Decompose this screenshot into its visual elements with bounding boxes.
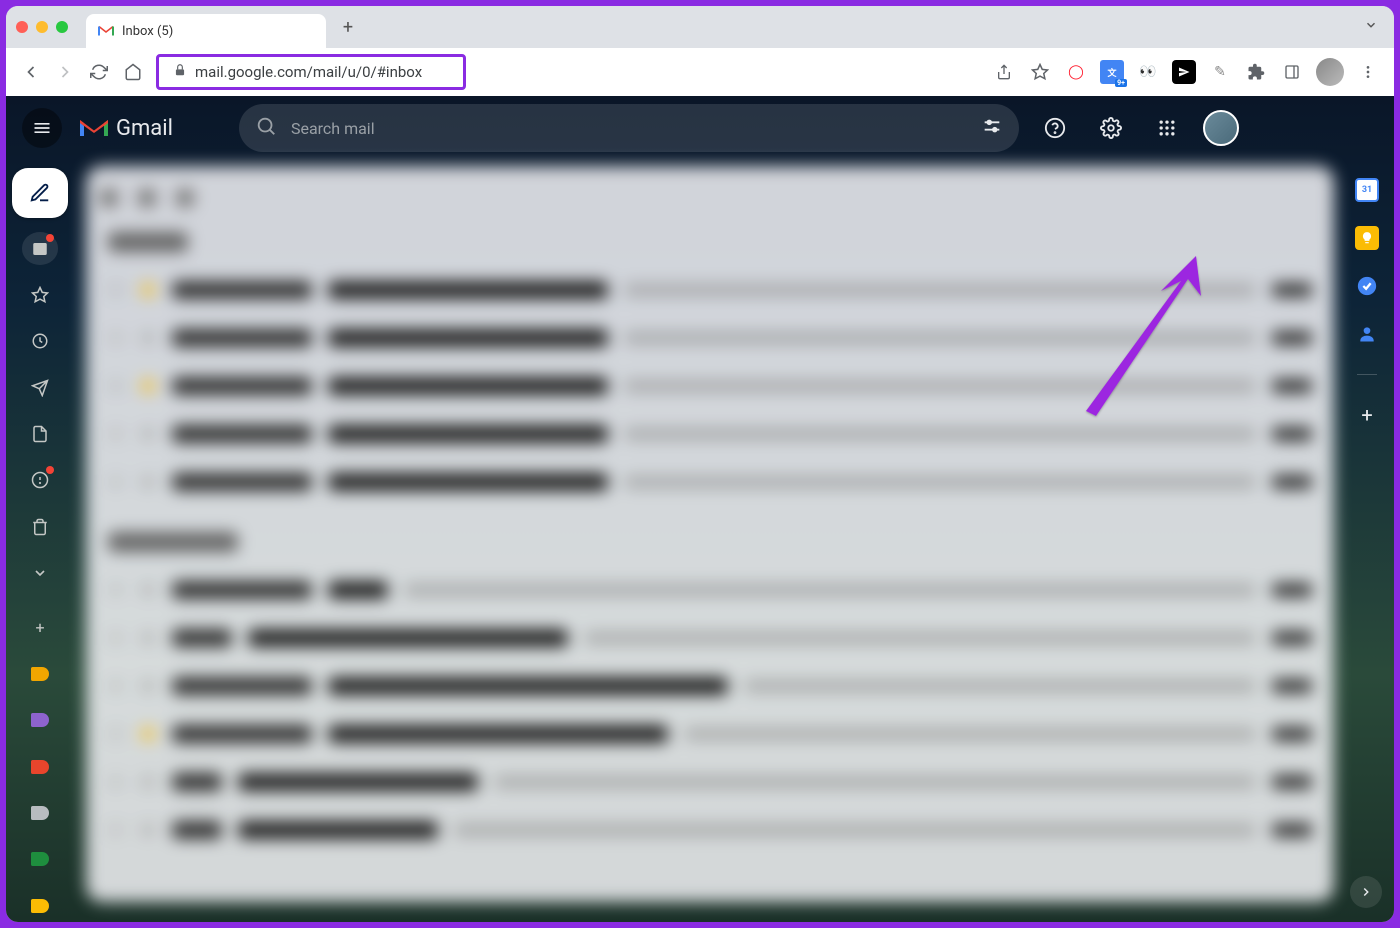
trash-nav-icon[interactable] <box>22 511 58 543</box>
tab-title: Inbox (5) <box>122 24 173 39</box>
search-options-icon[interactable] <box>981 115 1003 141</box>
browser-menu-button[interactable] <box>1356 60 1380 84</box>
browser-tab-active[interactable]: Inbox (5) <box>86 14 326 48</box>
right-side-panel: 31 + <box>1340 160 1394 922</box>
label-5[interactable] <box>22 843 58 875</box>
extension-translate-icon[interactable]: 文9+ <box>1100 60 1124 84</box>
extensions-button[interactable] <box>1244 60 1268 84</box>
maximize-window-button[interactable] <box>56 21 68 33</box>
share-icon[interactable] <box>992 60 1016 84</box>
url-text: mail.google.com/mail/u/0/#inbox <box>195 63 422 81</box>
gmail-favicon <box>98 23 114 39</box>
label-4[interactable] <box>22 797 58 829</box>
extension-opera-icon[interactable]: ◯ <box>1064 60 1088 84</box>
address-bar[interactable]: mail.google.com/mail/u/0/#inbox <box>156 54 466 90</box>
label-3[interactable] <box>22 750 58 782</box>
settings-button[interactable] <box>1091 108 1131 148</box>
label-6[interactable] <box>22 890 58 922</box>
browser-window: Inbox (5) + mail.google.com/mail/u/0/#in… <box>6 6 1394 922</box>
bookmark-star-icon[interactable] <box>1028 60 1052 84</box>
forward-button[interactable] <box>54 61 76 83</box>
inbox-panel <box>86 166 1334 902</box>
gmail-app: Gmail Search mail + <box>6 96 1394 922</box>
tab-list-button[interactable] <box>1364 18 1378 36</box>
compose-button[interactable] <box>12 168 68 218</box>
calendar-app-icon[interactable]: 31 <box>1355 178 1379 202</box>
snoozed-nav-icon[interactable] <box>22 325 58 357</box>
search-icon <box>255 115 277 141</box>
minimize-window-button[interactable] <box>36 21 48 33</box>
gmail-header: Gmail Search mail <box>6 96 1394 160</box>
google-apps-button[interactable] <box>1147 108 1187 148</box>
gmail-logo[interactable]: Gmail <box>78 116 173 141</box>
label-2[interactable] <box>22 704 58 736</box>
create-label-icon[interactable]: + <box>22 611 58 643</box>
support-button[interactable] <box>1035 108 1075 148</box>
extension-send-icon[interactable] <box>1172 60 1196 84</box>
browser-profile-avatar[interactable] <box>1316 58 1344 86</box>
new-tab-button[interactable]: + <box>334 13 362 41</box>
keep-app-icon[interactable] <box>1355 226 1379 250</box>
close-window-button[interactable] <box>16 21 28 33</box>
back-button[interactable] <box>20 61 42 83</box>
account-avatar[interactable] <box>1203 110 1239 146</box>
lock-icon <box>173 63 187 81</box>
browser-tab-bar: Inbox (5) + <box>6 6 1394 48</box>
gmail-product-name: Gmail <box>116 116 173 141</box>
main-menu-button[interactable] <box>22 108 62 148</box>
extension-brush-icon[interactable]: ✎ <box>1208 60 1232 84</box>
home-button[interactable] <box>122 61 144 83</box>
gmail-m-icon <box>78 116 110 140</box>
sent-nav-icon[interactable] <box>22 371 58 403</box>
tasks-app-icon[interactable] <box>1355 274 1379 298</box>
reload-button[interactable] <box>88 61 110 83</box>
spam-nav-icon[interactable] <box>22 464 58 496</box>
starred-nav-icon[interactable] <box>22 279 58 311</box>
inbox-nav-icon[interactable] <box>22 232 58 264</box>
window-controls <box>16 21 68 33</box>
left-nav-rail: + <box>6 160 74 922</box>
contacts-app-icon[interactable] <box>1355 322 1379 346</box>
sidepanel-button[interactable] <box>1280 60 1304 84</box>
search-placeholder: Search mail <box>291 119 375 138</box>
extension-eyes-icon[interactable]: 👀 <box>1136 60 1160 84</box>
browser-toolbar: mail.google.com/mail/u/0/#inbox ◯ 文9+ 👀 … <box>6 48 1394 96</box>
more-nav-icon[interactable] <box>22 557 58 589</box>
drafts-nav-icon[interactable] <box>22 418 58 450</box>
get-addons-icon[interactable]: + <box>1355 403 1379 427</box>
label-1[interactable] <box>22 658 58 690</box>
search-mail-input[interactable]: Search mail <box>239 104 1019 152</box>
